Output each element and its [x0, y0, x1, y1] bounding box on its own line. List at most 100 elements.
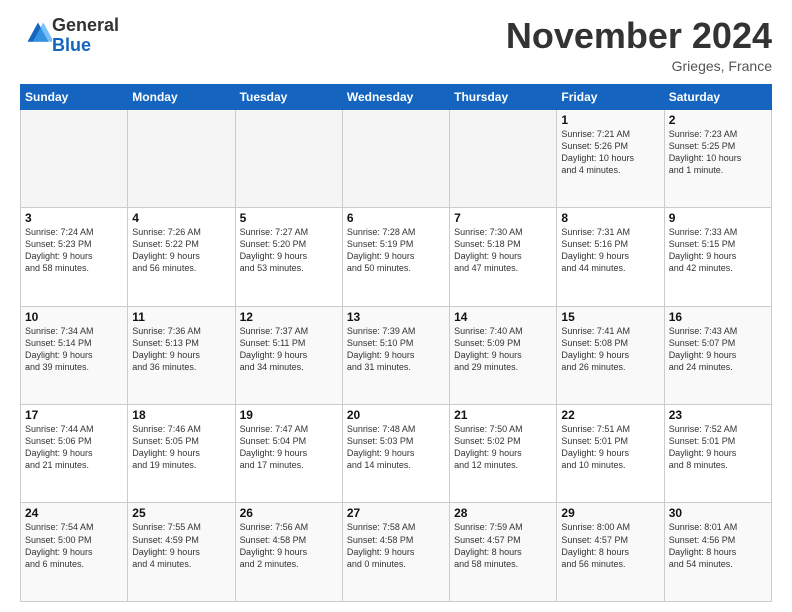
- day-info: Sunrise: 7:33 AM Sunset: 5:15 PM Dayligh…: [669, 226, 767, 275]
- day-info: Sunrise: 7:23 AM Sunset: 5:25 PM Dayligh…: [669, 128, 767, 177]
- day-info: Sunrise: 7:37 AM Sunset: 5:11 PM Dayligh…: [240, 325, 338, 374]
- table-row: [450, 109, 557, 207]
- day-info: Sunrise: 7:43 AM Sunset: 5:07 PM Dayligh…: [669, 325, 767, 374]
- table-row: 18Sunrise: 7:46 AM Sunset: 5:05 PM Dayli…: [128, 405, 235, 503]
- day-number: 22: [561, 408, 659, 422]
- col-sunday: Sunday: [21, 84, 128, 109]
- calendar-week-row: 24Sunrise: 7:54 AM Sunset: 5:00 PM Dayli…: [21, 503, 772, 602]
- table-row: 15Sunrise: 7:41 AM Sunset: 5:08 PM Dayli…: [557, 306, 664, 404]
- logo-icon: [24, 19, 52, 47]
- day-info: Sunrise: 8:01 AM Sunset: 4:56 PM Dayligh…: [669, 521, 767, 570]
- day-number: 11: [132, 310, 230, 324]
- day-info: Sunrise: 7:26 AM Sunset: 5:22 PM Dayligh…: [132, 226, 230, 275]
- table-row: 24Sunrise: 7:54 AM Sunset: 5:00 PM Dayli…: [21, 503, 128, 602]
- day-number: 14: [454, 310, 552, 324]
- day-info: Sunrise: 7:58 AM Sunset: 4:58 PM Dayligh…: [347, 521, 445, 570]
- day-number: 6: [347, 211, 445, 225]
- table-row: 1Sunrise: 7:21 AM Sunset: 5:26 PM Daylig…: [557, 109, 664, 207]
- day-number: 25: [132, 506, 230, 520]
- day-number: 29: [561, 506, 659, 520]
- table-row: 5Sunrise: 7:27 AM Sunset: 5:20 PM Daylig…: [235, 208, 342, 306]
- day-number: 10: [25, 310, 123, 324]
- day-number: 17: [25, 408, 123, 422]
- day-number: 5: [240, 211, 338, 225]
- day-info: Sunrise: 7:34 AM Sunset: 5:14 PM Dayligh…: [25, 325, 123, 374]
- calendar-header-row: Sunday Monday Tuesday Wednesday Thursday…: [21, 84, 772, 109]
- day-number: 9: [669, 211, 767, 225]
- day-info: Sunrise: 7:51 AM Sunset: 5:01 PM Dayligh…: [561, 423, 659, 472]
- location: Grieges, France: [506, 58, 772, 74]
- day-number: 27: [347, 506, 445, 520]
- day-info: Sunrise: 7:31 AM Sunset: 5:16 PM Dayligh…: [561, 226, 659, 275]
- day-number: 26: [240, 506, 338, 520]
- day-number: 1: [561, 113, 659, 127]
- table-row: 2Sunrise: 7:23 AM Sunset: 5:25 PM Daylig…: [664, 109, 771, 207]
- logo-blue-text: Blue: [52, 35, 91, 55]
- day-info: Sunrise: 7:52 AM Sunset: 5:01 PM Dayligh…: [669, 423, 767, 472]
- day-info: Sunrise: 7:56 AM Sunset: 4:58 PM Dayligh…: [240, 521, 338, 570]
- table-row: 26Sunrise: 7:56 AM Sunset: 4:58 PM Dayli…: [235, 503, 342, 602]
- day-info: Sunrise: 7:40 AM Sunset: 5:09 PM Dayligh…: [454, 325, 552, 374]
- table-row: 27Sunrise: 7:58 AM Sunset: 4:58 PM Dayli…: [342, 503, 449, 602]
- table-row: 11Sunrise: 7:36 AM Sunset: 5:13 PM Dayli…: [128, 306, 235, 404]
- table-row: 14Sunrise: 7:40 AM Sunset: 5:09 PM Dayli…: [450, 306, 557, 404]
- table-row: 12Sunrise: 7:37 AM Sunset: 5:11 PM Dayli…: [235, 306, 342, 404]
- day-info: Sunrise: 7:41 AM Sunset: 5:08 PM Dayligh…: [561, 325, 659, 374]
- day-number: 30: [669, 506, 767, 520]
- title-block: November 2024 Grieges, France: [506, 16, 772, 74]
- day-number: 12: [240, 310, 338, 324]
- table-row: 23Sunrise: 7:52 AM Sunset: 5:01 PM Dayli…: [664, 405, 771, 503]
- table-row: 30Sunrise: 8:01 AM Sunset: 4:56 PM Dayli…: [664, 503, 771, 602]
- table-row: 10Sunrise: 7:34 AM Sunset: 5:14 PM Dayli…: [21, 306, 128, 404]
- calendar-week-row: 3Sunrise: 7:24 AM Sunset: 5:23 PM Daylig…: [21, 208, 772, 306]
- day-number: 18: [132, 408, 230, 422]
- day-number: 4: [132, 211, 230, 225]
- day-number: 15: [561, 310, 659, 324]
- day-info: Sunrise: 7:47 AM Sunset: 5:04 PM Dayligh…: [240, 423, 338, 472]
- table-row: 29Sunrise: 8:00 AM Sunset: 4:57 PM Dayli…: [557, 503, 664, 602]
- month-title: November 2024: [506, 16, 772, 56]
- day-number: 2: [669, 113, 767, 127]
- table-row: 4Sunrise: 7:26 AM Sunset: 5:22 PM Daylig…: [128, 208, 235, 306]
- table-row: 6Sunrise: 7:28 AM Sunset: 5:19 PM Daylig…: [342, 208, 449, 306]
- day-info: Sunrise: 7:44 AM Sunset: 5:06 PM Dayligh…: [25, 423, 123, 472]
- day-info: Sunrise: 7:36 AM Sunset: 5:13 PM Dayligh…: [132, 325, 230, 374]
- table-row: 21Sunrise: 7:50 AM Sunset: 5:02 PM Dayli…: [450, 405, 557, 503]
- table-row: [342, 109, 449, 207]
- day-number: 13: [347, 310, 445, 324]
- col-friday: Friday: [557, 84, 664, 109]
- logo: General Blue: [20, 16, 119, 56]
- table-row: 25Sunrise: 7:55 AM Sunset: 4:59 PM Dayli…: [128, 503, 235, 602]
- day-info: Sunrise: 7:54 AM Sunset: 5:00 PM Dayligh…: [25, 521, 123, 570]
- table-row: 9Sunrise: 7:33 AM Sunset: 5:15 PM Daylig…: [664, 208, 771, 306]
- day-number: 20: [347, 408, 445, 422]
- table-row: 28Sunrise: 7:59 AM Sunset: 4:57 PM Dayli…: [450, 503, 557, 602]
- table-row: [21, 109, 128, 207]
- table-row: 17Sunrise: 7:44 AM Sunset: 5:06 PM Dayli…: [21, 405, 128, 503]
- col-thursday: Thursday: [450, 84, 557, 109]
- day-number: 24: [25, 506, 123, 520]
- day-info: Sunrise: 7:21 AM Sunset: 5:26 PM Dayligh…: [561, 128, 659, 177]
- table-row: 20Sunrise: 7:48 AM Sunset: 5:03 PM Dayli…: [342, 405, 449, 503]
- day-info: Sunrise: 7:28 AM Sunset: 5:19 PM Dayligh…: [347, 226, 445, 275]
- col-saturday: Saturday: [664, 84, 771, 109]
- calendar-week-row: 10Sunrise: 7:34 AM Sunset: 5:14 PM Dayli…: [21, 306, 772, 404]
- col-monday: Monday: [128, 84, 235, 109]
- logo-general-text: General: [52, 15, 119, 35]
- day-info: Sunrise: 7:39 AM Sunset: 5:10 PM Dayligh…: [347, 325, 445, 374]
- day-info: Sunrise: 7:46 AM Sunset: 5:05 PM Dayligh…: [132, 423, 230, 472]
- calendar-week-row: 17Sunrise: 7:44 AM Sunset: 5:06 PM Dayli…: [21, 405, 772, 503]
- calendar-week-row: 1Sunrise: 7:21 AM Sunset: 5:26 PM Daylig…: [21, 109, 772, 207]
- day-number: 23: [669, 408, 767, 422]
- day-info: Sunrise: 7:24 AM Sunset: 5:23 PM Dayligh…: [25, 226, 123, 275]
- day-number: 7: [454, 211, 552, 225]
- day-number: 8: [561, 211, 659, 225]
- day-info: Sunrise: 7:59 AM Sunset: 4:57 PM Dayligh…: [454, 521, 552, 570]
- col-tuesday: Tuesday: [235, 84, 342, 109]
- day-info: Sunrise: 7:50 AM Sunset: 5:02 PM Dayligh…: [454, 423, 552, 472]
- day-info: Sunrise: 8:00 AM Sunset: 4:57 PM Dayligh…: [561, 521, 659, 570]
- day-number: 16: [669, 310, 767, 324]
- table-row: 22Sunrise: 7:51 AM Sunset: 5:01 PM Dayli…: [557, 405, 664, 503]
- table-row: 19Sunrise: 7:47 AM Sunset: 5:04 PM Dayli…: [235, 405, 342, 503]
- day-info: Sunrise: 7:48 AM Sunset: 5:03 PM Dayligh…: [347, 423, 445, 472]
